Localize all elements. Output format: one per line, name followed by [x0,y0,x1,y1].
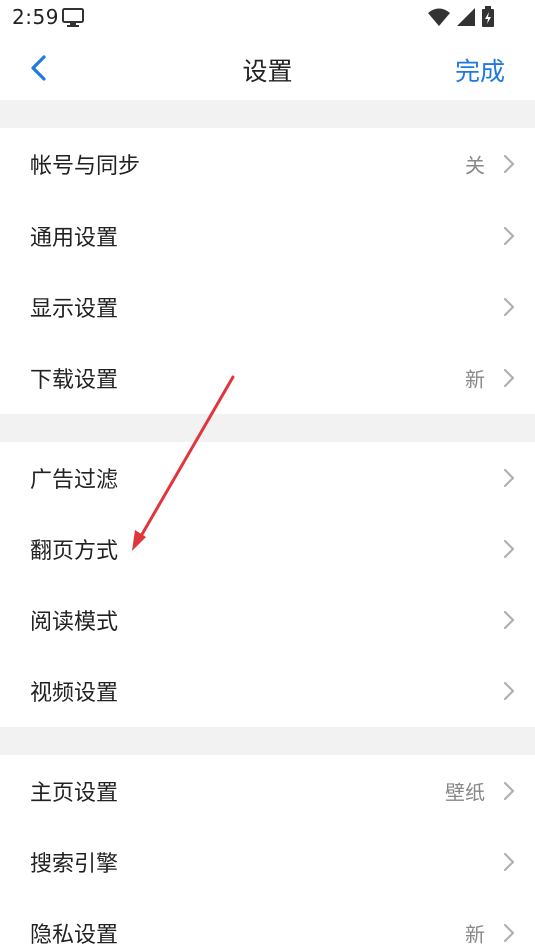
monitor-icon [62,8,84,27]
row-label: 帐号与同步 [30,153,141,179]
chevron-right-icon [503,539,515,558]
chevron-right-icon [503,923,515,942]
chevron-right-icon [503,297,515,316]
settings-row-homepage[interactable]: 主页设置 壁纸 [0,755,535,826]
nav-bar: 设置 完成 [0,36,535,100]
status-right-icons [427,6,495,28]
status-bar: 2:59 [0,0,535,36]
row-label: 搜索引擎 [30,851,119,877]
signal-icon [456,8,475,26]
section-separator [0,414,535,442]
status-time: 2:59 [12,5,59,29]
row-label: 翻页方式 [30,538,119,564]
done-button[interactable]: 完成 [455,52,505,88]
row-label: 阅读模式 [30,609,119,635]
settings-row-account-sync[interactable]: 帐号与同步 关 [0,128,535,199]
row-label: 显示设置 [30,296,119,322]
chevron-right-icon [503,610,515,629]
row-value: 新 [465,367,485,391]
settings-row-display[interactable]: 显示设置 [0,271,535,342]
chevron-right-icon [503,681,515,700]
battery-icon [482,6,494,27]
settings-row-video[interactable]: 视频设置 [0,655,535,726]
row-label: 广告过滤 [30,467,119,493]
row-label: 下载设置 [30,367,119,393]
settings-row-ad-filter[interactable]: 广告过滤 [0,442,535,513]
wifi-icon [427,8,450,26]
chevron-right-icon [503,781,515,800]
row-label: 隐私设置 [30,922,119,948]
row-label: 通用设置 [30,225,119,251]
settings-row-page-turn[interactable]: 翻页方式 [0,513,535,584]
chevron-right-icon [503,852,515,871]
settings-row-reading-mode[interactable]: 阅读模式 [0,584,535,655]
chevron-right-icon [503,226,515,245]
chevron-right-icon [503,468,515,487]
settings-row-general[interactable]: 通用设置 [0,200,535,271]
section-separator [0,727,535,755]
settings-row-download[interactable]: 下载设置 新 [0,342,535,413]
row-label: 视频设置 [30,680,119,706]
chevron-right-icon [503,368,515,387]
section-separator [0,100,535,128]
settings-row-search-engine[interactable]: 搜索引擎 [0,826,535,897]
row-value: 新 [465,922,485,946]
row-value: 壁纸 [445,780,485,804]
row-label: 主页设置 [30,780,119,806]
settings-row-privacy[interactable]: 隐私设置 新 [0,897,535,951]
settings-screen: 2:59 设置 完成 帐号与同步 关 通用设置 显示设置 下载设置 新 广告过滤… [0,0,535,951]
chevron-right-icon [503,154,515,173]
row-value: 关 [465,153,485,177]
